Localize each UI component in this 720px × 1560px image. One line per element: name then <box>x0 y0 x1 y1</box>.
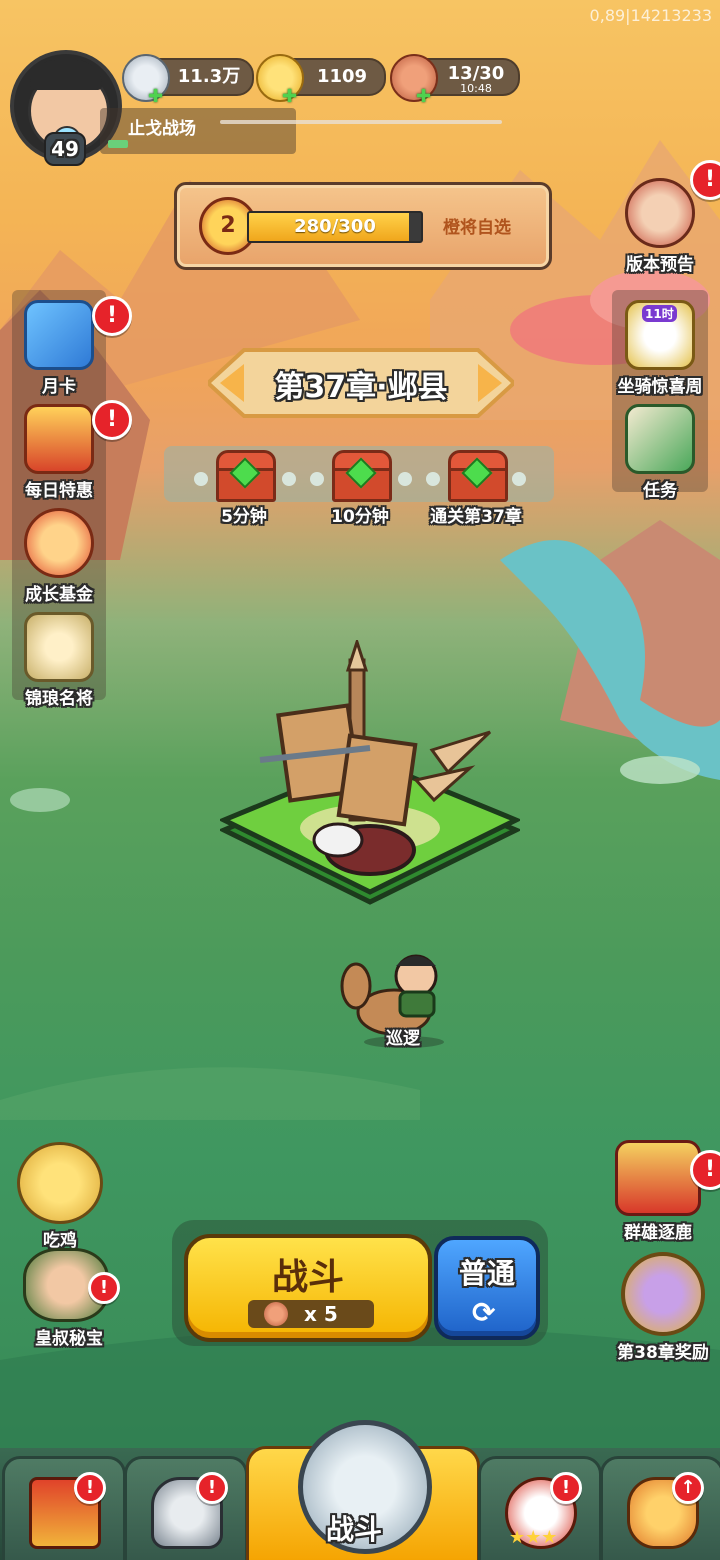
scroll-icon <box>625 404 695 474</box>
famous-general-button[interactable]: 锦琅名将 <box>13 612 105 709</box>
tab-heroes[interactable]: ★★★ <box>478 1456 602 1560</box>
battle-button-label: 战斗 <box>271 1257 344 1298</box>
battle-stage <box>220 640 520 905</box>
rank-progress-bar: 280/300 <box>247 211 423 243</box>
task-button[interactable]: 任务 <box>614 404 706 501</box>
stamina-timer: 10:48 <box>460 82 492 95</box>
gift-bag-icon <box>24 404 94 474</box>
version-preview-button[interactable]: 版本预告 <box>614 178 706 275</box>
mount-timer-tag: 11时 <box>642 305 677 322</box>
tab-upgrade[interactable] <box>600 1456 720 1560</box>
silver-value: 11.3万 <box>177 66 241 87</box>
daily-deal-label: 每日特惠 <box>25 481 93 501</box>
player-level-text: 49 <box>51 137 79 161</box>
battle-cost: x 5 <box>248 1300 374 1328</box>
track-dot <box>398 472 412 486</box>
add-stamina-icon[interactable]: ✚ <box>416 86 431 107</box>
track-dot <box>426 472 440 486</box>
battle-cost-text: x 5 <box>304 1302 338 1326</box>
chapter-title: 第37章·邺县 <box>274 370 448 405</box>
patrol-hero[interactable]: 巡逻 <box>336 946 456 1050</box>
rank-progress-text: 280/300 <box>294 216 376 237</box>
refresh-icon: ⟳ <box>472 1296 496 1329</box>
rank-number: 2 <box>220 213 236 238</box>
growth-fund-button[interactable]: 成长基金 <box>13 508 105 605</box>
chest-10min[interactable] <box>332 450 392 502</box>
track-dot <box>282 472 296 486</box>
add-gold-icon[interactable]: ✚ <box>282 86 297 107</box>
avatar-hat-icon <box>30 60 102 90</box>
stamina-counter[interactable]: ✚ 13/30 10:48 <box>390 54 520 107</box>
gold-counter[interactable]: ✚ 1109 <box>256 54 386 107</box>
chest-chapter-clear[interactable] <box>448 450 508 502</box>
fortune-character-icon <box>24 508 94 578</box>
megaphone-girl-icon <box>625 178 695 248</box>
war-banner-icon <box>615 1140 701 1216</box>
mount-surprise-week-button[interactable]: 11时 坐骑惊喜周 <box>614 300 706 397</box>
tab-heroes-alert-badge: ! <box>550 1472 582 1504</box>
reward-hero-portrait-icon <box>621 1252 705 1336</box>
monthly-card-label: 月卡 <box>42 377 76 397</box>
sunglasses-chicken-icon <box>17 1142 103 1224</box>
track-dot <box>310 472 324 486</box>
chest-5min[interactable] <box>216 450 276 502</box>
daily-deal-alert-badge: ! <box>92 400 132 440</box>
growth-fund-label: 成长基金 <box>25 585 93 605</box>
warlords-label: 群雄逐鹿 <box>624 1223 692 1243</box>
area-line <box>220 120 502 124</box>
three-stars-icon: ★★★ <box>509 1527 558 1548</box>
difficulty-mode-label: 普通 <box>458 1257 515 1290</box>
track-dot <box>194 472 208 486</box>
tab-equipment[interactable] <box>124 1456 248 1560</box>
area-name: 止戈战场 <box>128 119 196 139</box>
add-silver-icon[interactable]: ✚ <box>148 86 163 107</box>
silver-counter[interactable]: ✚ 11.3万 <box>122 54 254 107</box>
difficulty-mode-button[interactable]: 普通 ⟳ <box>434 1236 540 1340</box>
hero-status-label: 巡逻 <box>386 1029 420 1049</box>
general-helmet-icon <box>24 612 94 682</box>
gold-value: 1109 <box>316 66 368 87</box>
tab-city[interactable] <box>2 1456 126 1560</box>
task-label: 任务 <box>643 481 677 501</box>
version-preview-label: 版本预告 <box>626 255 694 275</box>
calendar-icon <box>24 300 94 370</box>
chapter-38-reward-button[interactable]: 第38章奖励 <box>606 1252 720 1363</box>
warlords-button[interactable]: 群雄逐鹿 <box>612 1140 704 1243</box>
uncle-treasure-alert-badge: ! <box>88 1272 120 1304</box>
debug-text: 0,89|14213233 <box>589 6 712 25</box>
chapter-38-reward-label: 第38章奖励 <box>617 1343 709 1363</box>
mount-sheep-icon: 11时 <box>625 300 695 370</box>
tab-battle-label: 战斗 <box>326 1513 383 1546</box>
chest-label: 通关第37章 <box>430 507 522 527</box>
track-dot <box>512 472 526 486</box>
game-screen: 0,89|14213233 49 止戈战场 ✚ 11.3万 ✚ 1109 ✚ 1… <box>0 0 720 1560</box>
famous-general-label: 锦琅名将 <box>25 689 93 709</box>
rank-panel[interactable]: 2 280/300 橙将自选 <box>174 182 552 270</box>
area-progress <box>108 140 128 148</box>
tab-equipment-alert-badge: ! <box>196 1472 228 1504</box>
tab-upgrade-arrow-badge: ↑ <box>672 1472 704 1504</box>
area-bar: 止戈战场 <box>100 108 296 154</box>
mount-surprise-week-label: 坐骑惊喜周 <box>617 377 703 397</box>
meat-icon <box>264 1302 288 1326</box>
tab-city-alert-badge: ! <box>74 1472 106 1504</box>
battle-button[interactable]: 战斗 x 5 <box>184 1234 432 1342</box>
chapter-banner: 第37章·邺县 <box>205 346 517 420</box>
monthly-card-alert-badge: ! <box>92 296 132 336</box>
player-level: 49 <box>44 132 86 166</box>
chicken-feature-button[interactable]: 吃鸡 <box>14 1142 106 1251</box>
orange-general-select-button[interactable]: 橙将自选 <box>443 213 511 238</box>
uncle-treasure-label: 皇叔秘宝 <box>35 1329 103 1349</box>
